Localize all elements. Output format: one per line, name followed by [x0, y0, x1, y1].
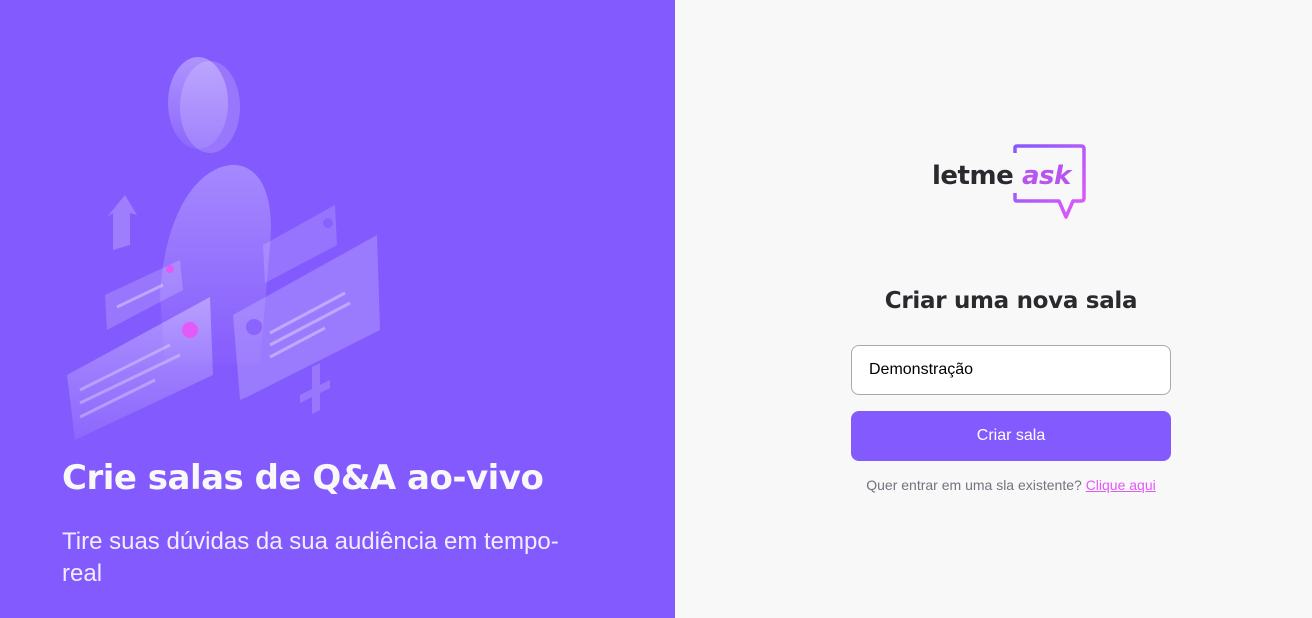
- logo-text-ask: ask: [1022, 161, 1071, 191]
- qa-illustration: [67, 57, 380, 440]
- create-room-button[interactable]: Criar sala: [851, 411, 1171, 461]
- join-prompt: Quer entrar em uma sla existente?: [866, 477, 1082, 493]
- room-name-input[interactable]: [851, 345, 1171, 395]
- aside-title: Crie salas de Q&A ao-vivo: [62, 458, 544, 498]
- main-panel: letme ask Criar uma nova sala Criar sala…: [675, 0, 1312, 618]
- aside-subtitle: Tire suas dúvidas da sua audiência em te…: [62, 528, 559, 587]
- aside-panel: Crie salas de Q&A ao-vivo Tire suas dúvi…: [0, 0, 675, 618]
- letmeask-logo: letme ask: [929, 143, 1095, 225]
- form-title: Criar uma nova sala: [884, 288, 1138, 314]
- logo-text-letme: letme: [932, 161, 1014, 191]
- join-room-link[interactable]: Clique aqui: [1086, 477, 1156, 493]
- join-room-text: Quer entrar em uma sla existente? Clique…: [675, 477, 1312, 493]
